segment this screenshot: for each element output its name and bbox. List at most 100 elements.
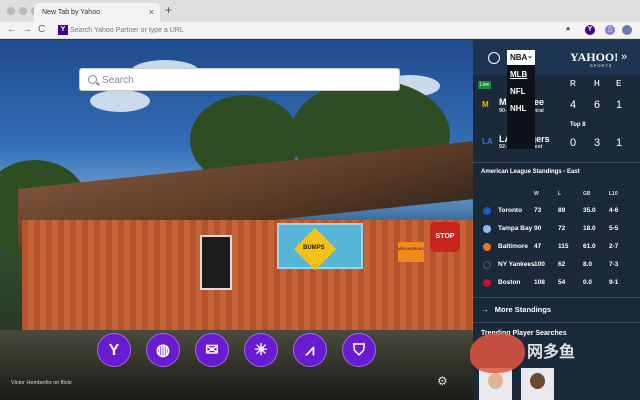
shield-extension-icon[interactable]: ▯ [605, 25, 615, 35]
address-placeholder: Search Yahoo Partner or type a URL [70, 27, 184, 34]
divider [473, 322, 640, 323]
losses: 72 [558, 225, 566, 232]
runs-value: 4 [570, 99, 577, 111]
team-name: Toronto [498, 207, 523, 214]
standings-row[interactable]: NY Yankees 100 62 8.0 7-3 [473, 257, 640, 275]
browser-tab[interactable]: New Tab by Yahoo × [34, 3, 160, 22]
search-icon [88, 75, 97, 84]
team-name: Boston [498, 279, 521, 286]
errors-value: 1 [616, 99, 623, 111]
tab-title: New Tab by Yahoo [42, 9, 100, 16]
barn-window [200, 235, 232, 290]
team-name: NY Yankees [498, 261, 535, 268]
app-yahoo-icon[interactable]: Y [97, 333, 131, 367]
runs-value: 0 [570, 137, 577, 149]
team-name: Tampa Bay [498, 225, 533, 232]
milwaukee-logo-icon: M [482, 100, 489, 109]
last-ten: 4-6 [609, 207, 619, 214]
cloud [90, 90, 150, 112]
tab-close-icon[interactable]: × [149, 7, 154, 17]
last-ten: 2-7 [609, 243, 619, 250]
wins-header: W [534, 191, 539, 197]
ground [0, 330, 473, 400]
player-card[interactable] [521, 368, 554, 400]
team-name: Baltimore [498, 243, 528, 250]
dodgers-logo-icon: LA [482, 137, 493, 146]
league-selected: NBA [510, 53, 528, 62]
losses: 54 [558, 279, 566, 286]
standings-row[interactable]: Boston 108 54 0.0 9-1 [473, 275, 640, 293]
hits-header: H [594, 79, 600, 88]
new-tab-button[interactable]: + [165, 3, 172, 17]
standings-row[interactable]: Baltimore 47 115 61.0 2-7 [473, 239, 640, 257]
games-back: 18.0 [583, 225, 596, 232]
runs-header: R [570, 79, 576, 88]
men-working-sign: MEN WORKING [398, 242, 424, 262]
forward-button[interactable]: → [22, 24, 32, 35]
last-ten: 7-3 [609, 261, 619, 268]
app-finance-icon[interactable]: ⩘ [293, 333, 327, 367]
games-back: 61.0 [583, 243, 596, 250]
errors-value: 1 [616, 137, 623, 149]
inning-status: Top 8 [570, 122, 586, 128]
app-mail-icon[interactable]: ✉ [195, 333, 229, 367]
app-weather-icon[interactable]: ☀ [244, 333, 278, 367]
more-standings-label: More Standings [494, 305, 552, 314]
app-shopping-icon[interactable]: ⛉ [342, 333, 376, 367]
browser-tab-bar: New Tab by Yahoo × + [0, 0, 640, 22]
bookmark-star-icon[interactable]: ★ [563, 25, 573, 35]
baltimore-logo-icon [483, 243, 491, 251]
wins: 100 [534, 261, 545, 268]
window-close-dot[interactable] [7, 7, 15, 15]
settings-gear-icon[interactable]: ⚙ [437, 374, 448, 388]
player-photo [530, 373, 545, 389]
boston-logo-icon [483, 279, 491, 287]
sports-panel-header: NBA ⌄ YAHOO! SPORTS » [473, 40, 640, 75]
losses: 62 [558, 261, 566, 268]
photo-credit[interactable]: Victor Hemberllo on flickr [11, 380, 72, 386]
games-back: 8.0 [583, 261, 593, 268]
more-standings-link[interactable]: → More Standings [481, 305, 551, 314]
games-back: 35.0 [583, 207, 596, 214]
league-option-nfl[interactable]: NFL [510, 87, 526, 96]
wins: 90 [534, 225, 542, 232]
chevron-down-icon: ⌄ [527, 53, 533, 60]
losses: 115 [558, 243, 569, 250]
back-button[interactable]: ← [7, 24, 17, 35]
expand-panel-icon[interactable]: » [621, 51, 627, 63]
watermark-fish-logo [470, 333, 525, 373]
losses-header: L [558, 191, 562, 197]
league-option-mlb[interactable]: MLB [510, 70, 527, 79]
yahoo-extension-icon[interactable]: Y [585, 25, 595, 35]
player-photo [488, 373, 503, 389]
last-ten-header: L10 [609, 191, 618, 197]
search-input[interactable]: Search [102, 75, 134, 86]
errors-header: E [616, 79, 622, 88]
standings-row[interactable]: Toronto 73 89 35.0 4-6 [473, 203, 640, 221]
yahoo-favicon-icon: Y [58, 25, 68, 35]
hits-value: 3 [594, 137, 601, 149]
search-box[interactable]: Search [79, 68, 400, 91]
browser-toolbar: ← → C Y Search Yahoo Partner or type a U… [0, 22, 640, 39]
wins: 73 [534, 207, 542, 214]
divider [473, 162, 640, 163]
league-option-nhl[interactable]: NHL [510, 104, 526, 113]
background-photo: BUMPS STOP MEN WORKING [0, 40, 473, 400]
baseball-icon [488, 52, 500, 64]
address-bar[interactable]: Y Search Yahoo Partner or type a URL [55, 24, 557, 37]
window-minimize-dot[interactable] [19, 7, 27, 15]
reload-button[interactable]: C [38, 24, 45, 35]
losses: 89 [558, 207, 566, 214]
bumps-sign-text: BUMPS [303, 245, 325, 251]
league-menu: MLB NFL NHL [507, 65, 535, 149]
arrow-right-icon: → [481, 305, 493, 314]
stop-sign: STOP [430, 222, 460, 252]
league-dropdown[interactable]: NBA ⌄ [507, 50, 535, 65]
app-basketball-icon[interactable]: ◍ [146, 333, 180, 367]
standings-title: American League Standings - East [481, 169, 580, 175]
divider [473, 297, 640, 298]
wins: 108 [534, 279, 545, 286]
hits-value: 6 [594, 99, 601, 111]
profile-avatar[interactable] [622, 25, 632, 35]
standings-row[interactable]: Tampa Bay 90 72 18.0 5-5 [473, 221, 640, 239]
